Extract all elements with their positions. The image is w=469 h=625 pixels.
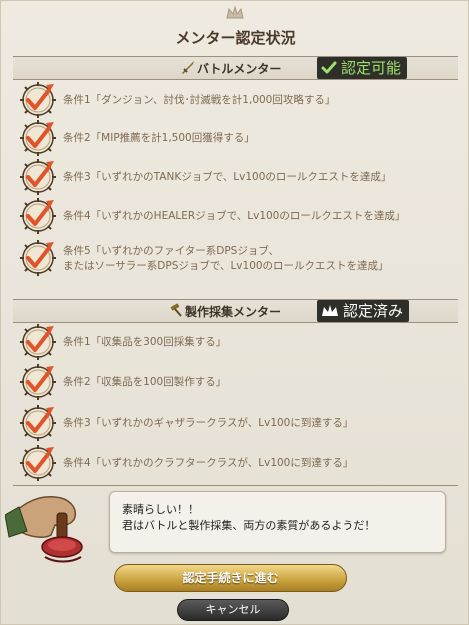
crafting-mentor-header: 製作採集メンター 認定済み (13, 299, 458, 323)
condition-text: 条件3「いずれかのTANKジョブで、Lv100のロールクエストを達成」 (63, 171, 392, 183)
crown-icon (226, 5, 244, 19)
crafting-condition-4: 条件4「いずれかのクラフタークラスが、Lv100に到達する」 (13, 444, 458, 482)
cancel-button[interactable]: キャンセル (177, 599, 289, 621)
dialog-line-2: 君はバトルと製作採集、両方の素質があるようだ！ (122, 519, 376, 532)
proceed-certification-button[interactable]: 認定手続きに進む (114, 564, 347, 592)
condition-check-icon (19, 197, 57, 235)
crown-icon (322, 305, 338, 316)
condition-text: 条件4「いずれかのHEALERジョブで、Lv100のロールクエストを達成」 (63, 210, 406, 222)
crafting-status-text: 認定済み (343, 302, 404, 320)
battle-mentor-title: バトルメンター (197, 62, 282, 76)
condition-check-icon (19, 158, 57, 196)
condition-text-line-2: またはソーサラー系DPSジョブで、Lv100のロールクエストを達成」 (63, 260, 389, 272)
crafting-condition-3: 条件3「いずれかのギャザラークラスが、Lv100に到達する」 (13, 404, 458, 442)
condition-check-icon (19, 323, 57, 361)
npc-dialog: 素晴らしい！！ 君はバトルと製作採集、両方の素質があるようだ！ (109, 491, 446, 553)
condition-text: 条件3「いずれかのギャザラークラスが、Lv100に到達する」 (63, 417, 354, 429)
hand-seal-icon (5, 496, 83, 563)
window-title: メンター認定状況 (175, 29, 296, 47)
condition-text: 条件5「いずれかのファイター系DPSジョブ、 またはソーサラー系DPSジョブで、… (63, 244, 389, 274)
battle-condition-3: 条件3「いずれかのTANKジョブで、Lv100のロールクエストを達成」 (13, 158, 458, 196)
condition-check-icon (19, 119, 57, 157)
mentor-certification-window: メンター認定状況 バトルメンター 認定可能 条件1「ダンジョン、討伐･討滅戦を計… (0, 0, 469, 625)
battle-condition-1: 条件1「ダンジョン、討伐･討滅戦を計1,000回攻略する」 (13, 81, 458, 119)
crafting-condition-2: 条件2「収集品を100回製作する」 (13, 363, 458, 401)
condition-check-icon (19, 239, 57, 277)
condition-text: 条件1「ダンジョン、討伐･討滅戦を計1,000回攻略する」 (63, 94, 336, 106)
battle-condition-5: 条件5「いずれかのファイター系DPSジョブ、 またはソーサラー系DPSジョブで、… (13, 239, 458, 277)
sword-icon (182, 61, 194, 74)
condition-text: 条件1「収集品を300回採集する」 (63, 336, 227, 348)
condition-check-icon (19, 404, 57, 442)
condition-text: 条件2「収集品を100回製作する」 (63, 376, 227, 388)
crafting-mentor-title: 製作採集メンター (185, 305, 282, 319)
battle-mentor-header: バトルメンター 認定可能 (13, 56, 458, 80)
battle-condition-4: 条件4「いずれかのHEALERジョブで、Lv100のロールクエストを達成」 (13, 197, 458, 235)
condition-check-icon (19, 81, 57, 119)
battle-status-text: 認定可能 (341, 59, 402, 77)
condition-text-line-1: 条件5「いずれかのファイター系DPSジョブ、 (63, 245, 280, 257)
condition-text: 条件4「いずれかのクラフタークラスが、Lv100に到達する」 (63, 457, 354, 469)
dialog-line-1: 素晴らしい！！ (122, 503, 199, 516)
battle-status-badge: 認定可能 (317, 57, 408, 79)
checkmark-icon (321, 61, 337, 74)
condition-check-icon (19, 363, 57, 401)
condition-check-icon (19, 444, 57, 482)
condition-text: 条件2「MIP推薦を計1,500回獲得する」 (63, 132, 255, 144)
battle-condition-2: 条件2「MIP推薦を計1,500回獲得する」 (13, 119, 458, 157)
crafting-status-badge: 認定済み (317, 300, 410, 322)
hammer-icon (170, 303, 182, 317)
crafting-condition-1: 条件1「収集品を300回採集する」 (13, 323, 458, 361)
